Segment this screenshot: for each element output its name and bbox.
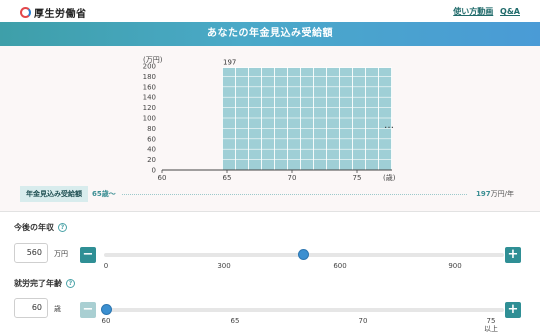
page-title: あなたの年金見込み受給額	[0, 22, 540, 46]
bar	[339, 67, 353, 171]
x-tick-label: 75	[353, 174, 362, 182]
data-label: 197	[223, 59, 236, 67]
bar	[378, 67, 392, 171]
y-tick-label: 60	[147, 135, 156, 143]
y-tick-label: 0	[152, 167, 156, 175]
bar	[274, 67, 288, 171]
x-tick-label: 60	[158, 174, 167, 182]
retire-tick-suffix: 以上	[484, 325, 498, 333]
summary-leader-line	[122, 194, 467, 195]
income-tick: 300	[217, 262, 231, 270]
bar	[248, 67, 262, 171]
retire-minus-button[interactable]: −	[80, 302, 96, 318]
income-title: 今後の年収?	[14, 222, 67, 233]
bar	[352, 67, 366, 171]
y-tick-label: 160	[143, 83, 156, 91]
y-tick-label: 80	[147, 125, 156, 133]
y-tick-label: 140	[143, 94, 156, 102]
retire-age-input[interactable]: 60	[14, 298, 48, 318]
bar	[235, 67, 249, 171]
income-tick: 0	[103, 262, 109, 270]
retire-slider-track[interactable]	[104, 308, 504, 312]
retire-title: 就労完了年齢?	[14, 278, 75, 289]
mhlw-logo-icon	[20, 7, 31, 18]
how-to-video-link[interactable]: 使い方動画	[453, 7, 493, 16]
income-unit: 万円	[54, 250, 68, 258]
retire-help-icon[interactable]: ?	[66, 279, 75, 288]
retire-tick: 60	[101, 317, 111, 325]
retire-tick: 75 以上	[484, 317, 498, 333]
y-tick-label: 40	[147, 146, 156, 154]
bar	[287, 67, 301, 171]
summary-amount-unit: 万円/年	[490, 190, 514, 198]
retire-age-unit: 歳	[54, 305, 61, 313]
top-bar: 厚生労働省 使い方動画 Q&A	[0, 0, 540, 22]
summary-amount: 197万円/年	[476, 186, 514, 202]
income-minus-button[interactable]: −	[80, 247, 96, 263]
income-help-icon[interactable]: ?	[58, 223, 67, 232]
summary-label: 年金見込み受給額	[20, 186, 88, 202]
logo-text: 厚生労働省	[34, 9, 87, 20]
retire-plus-button[interactable]: +	[505, 302, 521, 318]
y-tick-label: 100	[143, 115, 156, 123]
retire-tick: 65	[230, 317, 240, 325]
y-tick-label: 20	[147, 156, 156, 164]
income-input[interactable]: 560	[14, 243, 48, 263]
bar	[326, 67, 340, 171]
income-plus-button[interactable]: +	[505, 247, 521, 263]
header-links: 使い方動画 Q&A	[449, 6, 520, 17]
income-slider-knob[interactable]	[298, 249, 310, 260]
retire-tick: 70	[358, 317, 368, 325]
summary-start-age: 65歳〜	[92, 190, 116, 198]
y-tick-label: 180	[143, 73, 156, 81]
y-tick-label: 200	[143, 63, 156, 71]
bar	[261, 67, 275, 171]
summary-amount-value: 197	[476, 190, 491, 198]
bar	[300, 67, 314, 171]
continuation-dots: …	[384, 120, 394, 131]
y-tick-label: 120	[143, 104, 156, 112]
retire-slider-knob[interactable]	[100, 304, 112, 315]
bar	[222, 67, 236, 171]
qa-link[interactable]: Q&A	[500, 7, 520, 16]
x-tick-label: 70	[288, 174, 297, 182]
bar	[365, 67, 379, 171]
mhlw-logo[interactable]: 厚生労働省	[20, 5, 87, 20]
retire-title-text: 就労完了年齢	[14, 279, 62, 288]
income-tick: 600	[333, 262, 347, 270]
section-divider	[0, 211, 540, 212]
income-title-text: 今後の年収	[14, 223, 54, 232]
bar	[313, 67, 327, 171]
retire-tick-value: 75	[486, 317, 496, 325]
x-tick-label: 65	[223, 174, 232, 182]
income-tick: 900	[448, 262, 462, 270]
x-axis-label: (歳)	[383, 173, 396, 182]
